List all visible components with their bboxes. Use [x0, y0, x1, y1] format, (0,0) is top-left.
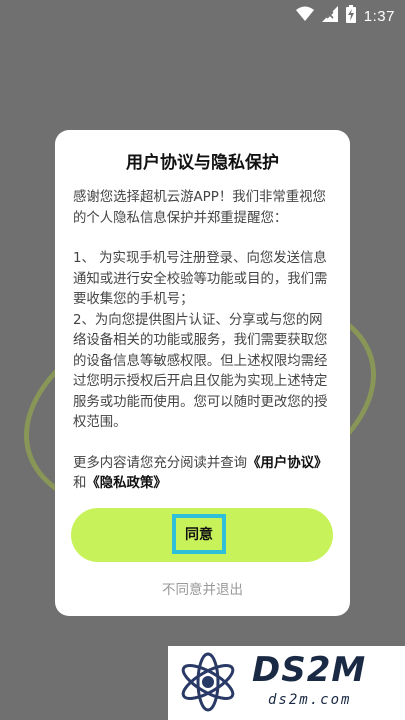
watermark-title: DS2M [252, 650, 367, 690]
intro-text: 感谢您选择超机云游APP！我们非常重视您的个人隐私信息保护并郑重提醒您： [73, 190, 326, 226]
item-2-text: 2、为向您提供图片认证、分享或与您的网络设备相关的功能或服务，我们需要获取您的设… [73, 312, 328, 431]
signal-icon [321, 6, 338, 26]
watermark: DS2M ds2m.com [168, 646, 405, 720]
wifi-icon [295, 6, 314, 26]
and-text: 和 [73, 476, 87, 491]
user-agreement-link[interactable]: 《用户协议》 [247, 456, 327, 471]
dialog-body: 感谢您选择超机云游APP！我们非常重视您的个人隐私信息保护并郑重提醒您： 1、 … [73, 188, 335, 515]
decline-exit-button[interactable]: 不同意并退出 [55, 578, 350, 598]
watermark-subtitle: ds2m.com [268, 692, 352, 708]
item-1-text: 1、 为实现手机号注册登录、向您发送信息通知或进行安全校验等功能或目的，我们需要… [73, 251, 328, 307]
privacy-dialog: 用户协议与隐私保护 感谢您选择超机云游APP！我们非常重视您的个人隐私信息保护并… [55, 130, 350, 616]
agree-button[interactable]: 同意 [71, 508, 333, 562]
status-time: 1:37 [363, 7, 395, 25]
more-info-text: 更多内容请您充分阅读并查询《用户协议》和《隐私政策》 [73, 454, 335, 495]
battery-charging-icon [345, 5, 356, 27]
privacy-policy-link[interactable]: 《隐私政策》 [86, 476, 166, 491]
atom-logo-icon [181, 652, 235, 712]
dialog-title: 用户协议与隐私保护 [126, 153, 279, 173]
more-prefix: 更多内容请您充分阅读并查询 [73, 455, 248, 471]
status-bar: 1:37 [0, 0, 405, 28]
agree-button-label[interactable]: 同意 [172, 514, 226, 554]
